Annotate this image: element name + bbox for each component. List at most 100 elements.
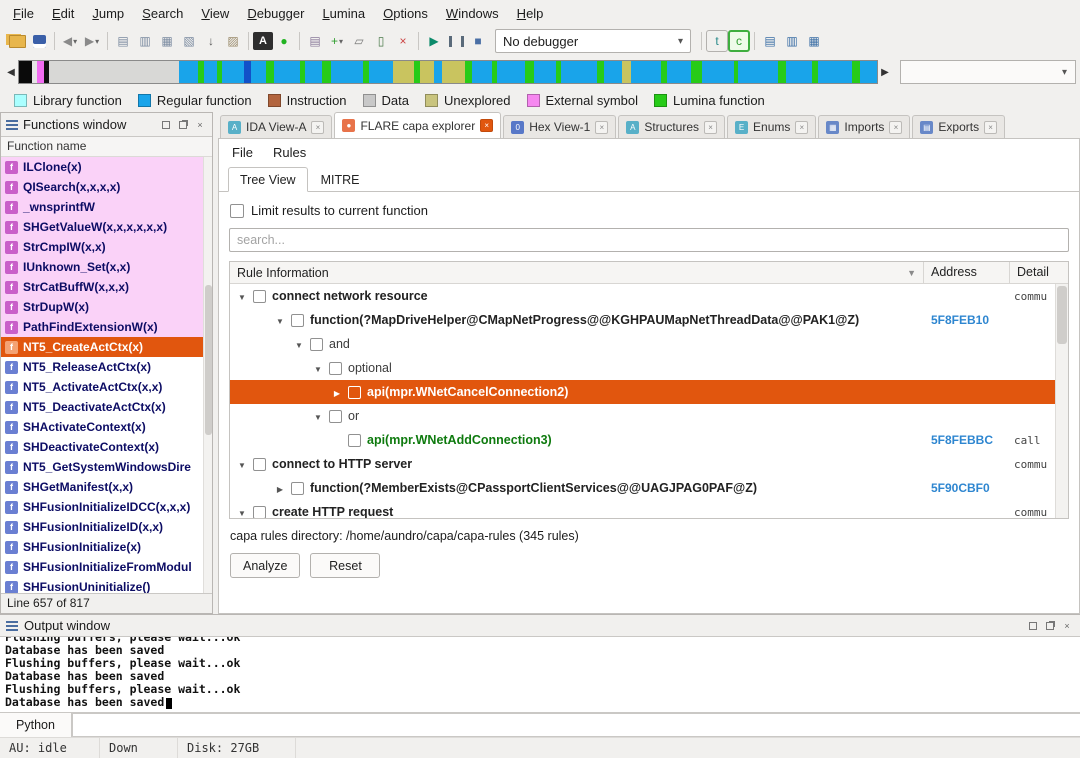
- function-row[interactable]: f NT5_ActivateActCtx(x,x): [1, 377, 212, 397]
- toolbar-separator[interactable]: [754, 32, 755, 50]
- menu-windows[interactable]: Windows: [437, 2, 508, 25]
- function-row[interactable]: f SHFusionInitializeFromModul: [1, 557, 212, 577]
- output-window-titlebar[interactable]: Output window ×: [0, 615, 1080, 637]
- column-detail[interactable]: Detail: [1010, 262, 1068, 283]
- tab-close-icon[interactable]: ×: [984, 121, 997, 134]
- function-row[interactable]: f _wnsprintfW: [1, 197, 212, 217]
- capa-tree-row[interactable]: connect to HTTP server commu: [230, 452, 1068, 476]
- debugger-select[interactable]: No debugger ▾: [495, 29, 691, 53]
- menu-options[interactable]: Options: [374, 2, 437, 25]
- capa-menu-file[interactable]: File: [223, 141, 262, 164]
- rule-checkbox[interactable]: [310, 338, 323, 351]
- function-row[interactable]: f SHFusionInitialize(x): [1, 537, 212, 557]
- navband-scroll-right-icon[interactable]: ▶: [878, 67, 892, 78]
- toolbar-separator[interactable]: [107, 32, 108, 50]
- python-input[interactable]: [72, 713, 1080, 737]
- tab-hex-view-1[interactable]: 0 Hex View-1 ×: [503, 115, 616, 138]
- close-button[interactable]: ×: [193, 118, 207, 132]
- tab-flare-capa-explorer[interactable]: ● FLARE capa explorer ×: [334, 112, 501, 138]
- search-input[interactable]: [229, 228, 1069, 252]
- rule-checkbox[interactable]: [348, 386, 361, 399]
- column-rule-information[interactable]: Rule Information ▼: [230, 262, 924, 283]
- menu-debugger[interactable]: Debugger: [238, 2, 313, 25]
- capa-tree-row[interactable]: api(mpr.WNetCancelConnection2): [230, 380, 1068, 404]
- rule-checkbox[interactable]: [329, 410, 342, 423]
- lumina-status-icon[interactable]: ●: [273, 30, 295, 52]
- rule-checkbox[interactable]: [253, 458, 266, 471]
- toolbar-separator[interactable]: [248, 32, 249, 50]
- function-row[interactable]: f SHFusionUninitialize(): [1, 577, 212, 593]
- capa-tree-row[interactable]: connect network resource commu: [230, 284, 1068, 308]
- function-row[interactable]: f StrCatBuffW(x,x,x): [1, 277, 212, 297]
- tracing-options-icon[interactable]: t: [706, 30, 728, 52]
- open-file-icon[interactable]: [6, 30, 28, 52]
- capa-tree-row[interactable]: optional: [230, 356, 1068, 380]
- jump-down-icon[interactable]: ↓: [200, 30, 222, 52]
- scrollbar-thumb[interactable]: [1057, 286, 1067, 344]
- function-row[interactable]: f ILClone(x): [1, 157, 212, 177]
- rule-checkbox[interactable]: [348, 434, 361, 447]
- capa-tree-row[interactable]: function(?MemberExists@CPassportClientSe…: [230, 476, 1068, 500]
- capa-tree-row[interactable]: or: [230, 404, 1068, 428]
- expand-arrow-icon[interactable]: [332, 385, 342, 399]
- tab-close-icon[interactable]: ×: [889, 121, 902, 134]
- sort-icon[interactable]: ▼: [907, 268, 916, 278]
- expand-arrow-icon[interactable]: [237, 457, 247, 471]
- expand-arrow-icon[interactable]: [275, 481, 285, 495]
- menu-view[interactable]: View: [192, 2, 238, 25]
- reset-button[interactable]: Reset: [310, 553, 380, 578]
- toolbar-separator[interactable]: [299, 32, 300, 50]
- function-stack-icon[interactable]: ▧: [178, 30, 200, 52]
- tab-structures[interactable]: A Structures ×: [618, 115, 725, 138]
- tab-enums[interactable]: E Enums ×: [727, 115, 816, 138]
- functions-window-titlebar[interactable]: Functions window ×: [1, 113, 212, 137]
- table-scrollbar[interactable]: [1055, 284, 1068, 518]
- capa-tree-row[interactable]: function(?MapDriveHelper@CMapNetProgress…: [230, 308, 1068, 332]
- output-log[interactable]: Flushing buffers, please wait...okDataba…: [0, 637, 1080, 712]
- text-color-icon[interactable]: [253, 32, 273, 50]
- tab-exports[interactable]: ▤ Exports ×: [912, 115, 1005, 138]
- toolbar-separator[interactable]: [418, 32, 419, 50]
- function-row[interactable]: f NT5_CreateActCtx(x): [1, 337, 212, 357]
- function-row[interactable]: f StrDupW(x): [1, 297, 212, 317]
- navband-scroll-left-icon[interactable]: ◀: [4, 67, 18, 78]
- navigation-band[interactable]: [18, 60, 878, 84]
- debugger-pause-icon[interactable]: [445, 30, 467, 52]
- expand-arrow-icon[interactable]: [237, 505, 247, 519]
- python-selector[interactable]: Python: [0, 713, 72, 737]
- function-row[interactable]: f NT5_ReleaseActCtx(x): [1, 357, 212, 377]
- function-row[interactable]: f SHDeactivateContext(x): [1, 437, 212, 457]
- capa-tree-row[interactable]: create HTTP request commu: [230, 500, 1068, 519]
- toolbar-separator[interactable]: [701, 32, 702, 50]
- tab-ida-view-a[interactable]: A IDA View-A ×: [220, 115, 332, 138]
- open-subview-icon[interactable]: ▤: [759, 30, 781, 52]
- capa-explorer-toggle-icon[interactable]: c: [728, 30, 750, 52]
- navigate-back-icon[interactable]: ◀: [59, 30, 81, 52]
- function-next-icon[interactable]: ▦: [156, 30, 178, 52]
- cursor-icon[interactable]: ▯: [370, 30, 392, 52]
- rule-checkbox[interactable]: [329, 362, 342, 375]
- function-row[interactable]: f SHGetValueW(x,x,x,x,x,x): [1, 217, 212, 237]
- function-list-icon[interactable]: ▤: [112, 30, 134, 52]
- navband-range-select[interactable]: ▾: [900, 60, 1076, 84]
- function-row[interactable]: f PathFindExtensionW(x): [1, 317, 212, 337]
- tab-close-icon[interactable]: ×: [480, 119, 493, 132]
- tab-imports[interactable]: ▦ Imports ×: [818, 115, 910, 138]
- segments-icon[interactable]: ▤: [304, 30, 326, 52]
- capa-menu-rules[interactable]: Rules: [264, 141, 315, 164]
- minimize-button[interactable]: [159, 118, 173, 132]
- scrollbar-thumb[interactable]: [205, 285, 212, 435]
- expand-arrow-icon[interactable]: [313, 361, 323, 375]
- function-row[interactable]: f SHActivateContext(x): [1, 417, 212, 437]
- capa-tab-mitre[interactable]: MITRE: [310, 168, 371, 191]
- debugger-stop-icon[interactable]: ■: [467, 30, 489, 52]
- windows-list-icon[interactable]: ▦: [803, 30, 825, 52]
- tab-close-icon[interactable]: ×: [704, 121, 717, 134]
- tab-close-icon[interactable]: ×: [595, 121, 608, 134]
- analyze-button[interactable]: Analyze: [230, 553, 300, 578]
- capa-tab-tree-view[interactable]: Tree View: [228, 167, 308, 192]
- close-button[interactable]: ×: [1060, 619, 1074, 633]
- menu-lumina[interactable]: Lumina: [313, 2, 374, 25]
- menu-search[interactable]: Search: [133, 2, 192, 25]
- function-row[interactable]: f QISearch(x,x,x,x): [1, 177, 212, 197]
